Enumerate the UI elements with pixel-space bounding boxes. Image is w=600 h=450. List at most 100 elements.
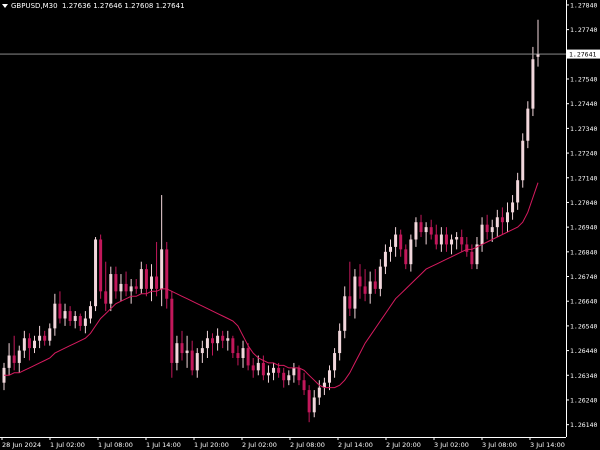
candle-body [470,251,474,265]
candle-body [43,335,47,341]
chart-header: GBPUSD,M30 1.27636 1.27646 1.27608 1.276… [2,2,185,10]
moving-average-line [4,182,539,389]
candle-body [221,335,225,341]
price-tick-label: 1.26940 [570,224,597,232]
dropdown-triangle-icon[interactable] [2,4,8,8]
candle-body [261,362,265,376]
candle-body [292,367,296,376]
time-tick-label: 1 Jul 02:00 [50,441,85,449]
time-tick-label: 2 Jul 02:00 [242,441,277,449]
price-tick-label: 1.26440 [570,347,597,355]
candle-body [434,234,438,245]
time-tick-label: 3 Jul 08:00 [482,441,517,449]
candle-body [109,274,113,304]
candle-body [419,222,423,233]
candle-body [266,372,270,376]
price-tick-label: 1.27140 [570,174,597,182]
candle-body [38,335,42,341]
time-tick-label: 3 Jul 02:00 [434,441,469,449]
price-tick-label: 1.26740 [570,273,597,281]
candle-body [450,239,454,245]
candle-body [22,338,26,351]
candle-body [200,348,204,354]
candle-body [368,281,372,294]
candle-body [175,343,179,363]
candle-body [246,348,250,366]
candle-body [327,370,331,383]
price-tick-label: 1.26640 [570,298,597,306]
candle-body [424,227,428,233]
candle-body [516,180,520,203]
low-value: 1.27608 [124,2,154,10]
candle-body [495,217,499,228]
price-tick-label: 1.27440 [570,100,597,108]
candle-body [500,217,504,223]
price-tick-label: 1.26340 [570,372,597,380]
candle-body [58,303,62,319]
candle-body [338,330,342,354]
candle-body [455,237,459,240]
candle-body [490,227,494,233]
price-tick-label: 1.26540 [570,322,597,330]
candle-body [205,338,209,349]
candle-body [211,338,215,344]
candle-body [536,54,540,57]
candle-body [399,234,403,250]
candle-body [68,311,72,321]
price-tick-label: 1.26240 [570,396,597,404]
candle-body [99,239,103,292]
candle-body [94,239,98,307]
price-tick-label: 1.26140 [570,421,597,429]
time-tick-label: 2 Jul 14:00 [338,441,373,449]
candle-body [409,239,413,265]
candle-body [444,234,448,245]
price-axis: 1.27840 1.27740 1.27641 1.27540 1.27440 1.273… [566,0,597,437]
candle-body [53,303,57,329]
time-tick-label: 2 Jul 20:00 [386,441,421,449]
candle-body [414,222,418,240]
candle-body [282,372,286,381]
candle-body [378,266,382,289]
candle-body [460,237,464,245]
candle-body [73,316,77,321]
price-tick-label: 1.26840 [570,248,597,256]
candle-body [531,59,535,109]
candle-body [17,350,21,363]
candle-body [389,246,393,252]
candle-body [231,338,235,354]
candle-body [256,362,260,371]
candle-body [83,318,87,326]
candle-body [404,249,408,265]
candlestick-chart[interactable]: 1.27840 1.27740 1.27641 1.27540 1.27440 1.273… [0,0,600,450]
candle-body [343,296,347,331]
candle-body [170,298,174,363]
time-tick-label: 1 Jul 14:00 [146,441,181,449]
candle-body [251,365,255,371]
candle-body [88,306,92,319]
candle-body [429,227,433,235]
time-tick-label: 28 Jun 2024 [2,441,41,449]
open-value: 1.27636 [62,2,91,10]
candle-body [348,296,352,309]
candle-body [155,276,159,289]
candle-body [216,335,220,344]
current-price-label: 1.27641 [569,51,596,59]
candle-body [78,316,82,326]
candle-body [160,249,164,289]
candle-body [12,355,16,363]
candle-body [526,108,530,141]
time-tick-label: 1 Jul 08:00 [98,441,133,449]
candle-body [165,249,169,299]
price-tick-label: 1.27340 [570,125,597,133]
candle-body [129,286,133,292]
candle-body [394,234,398,247]
price-tick-label: 1.27740 [570,26,597,34]
candle-body [505,212,509,223]
candle-body [521,140,525,181]
candle-body [48,328,52,341]
candle-body [114,274,118,292]
close-value: 1.27641 [155,2,185,10]
time-axis: 28 Jun 2024 1 Jul 02:00 1 Jul 08:00 1 Jul 1… [0,437,566,449]
candle-body [195,353,199,371]
candle-body [373,281,377,289]
